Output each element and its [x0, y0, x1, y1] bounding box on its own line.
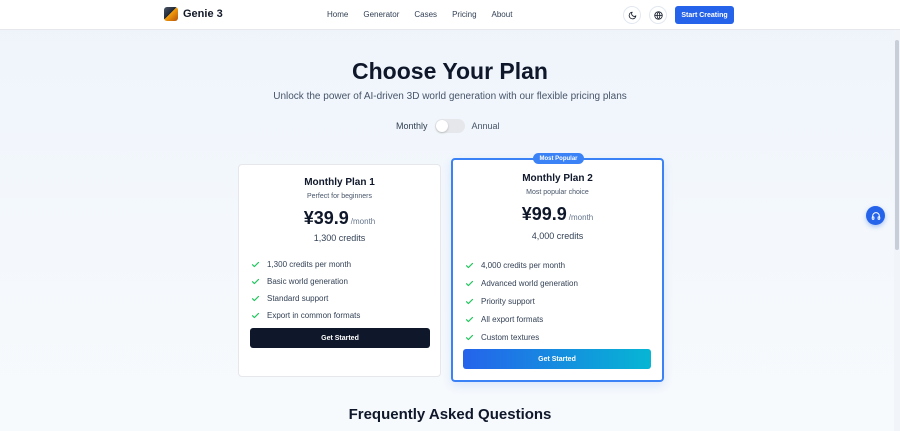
feature-text: Priority support: [481, 296, 535, 306]
annual-label[interactable]: Annual: [472, 121, 500, 131]
nav-link-pricing[interactable]: Pricing: [452, 10, 476, 19]
check-icon: [251, 278, 260, 285]
feature-text: All export formats: [481, 314, 544, 324]
plan-price: ¥99.9/month: [453, 204, 662, 225]
plan-price: ¥39.9/month: [239, 208, 440, 229]
feature-item: Export in common formats: [251, 307, 360, 324]
price-period: /month: [350, 217, 376, 226]
plan-credits: 1,300 credits: [313, 233, 366, 243]
start-creating-button[interactable]: Start Creating: [675, 6, 734, 24]
feature-item: Advanced world generation: [465, 274, 578, 292]
nav-link-about[interactable]: About: [492, 10, 513, 19]
monthly-label[interactable]: Monthly: [396, 121, 428, 131]
main-nav: Home Generator Cases Pricing About: [327, 10, 512, 19]
feature-list: 1,300 credits per month Basic world gene…: [251, 256, 360, 324]
feature-item: 1,300 credits per month: [251, 256, 360, 273]
pricing-card-plan-2: Most Popular Monthly Plan 2 Most popular…: [451, 153, 664, 382]
feature-text: Custom textures: [481, 332, 540, 342]
nav-link-generator[interactable]: Generator: [363, 10, 399, 19]
billing-switch[interactable]: [434, 119, 465, 133]
get-started-button-plan-2[interactable]: Get Started: [463, 349, 651, 369]
feature-item: All export formats: [465, 310, 578, 328]
check-icon: [465, 316, 474, 322]
moon-icon: [628, 11, 636, 19]
plan-tagline: Most popular choice: [526, 189, 589, 196]
feature-list: 4,000 credits per month Advanced world g…: [465, 256, 578, 346]
switch-knob: [435, 120, 448, 132]
feature-item: 4,000 credits per month: [465, 256, 578, 274]
check-icon: [465, 334, 474, 340]
price-period: /month: [568, 213, 594, 222]
game-logo-icon: [164, 7, 178, 21]
plan-tagline: Perfect for beginners: [307, 193, 372, 200]
theme-toggle-button[interactable]: [623, 6, 641, 24]
feature-text: Basic world generation: [267, 277, 348, 286]
feature-text: 4,000 credits per month: [481, 260, 566, 270]
nav-link-home[interactable]: Home: [327, 10, 348, 19]
feature-text: Standard support: [267, 294, 329, 303]
top-navigation-bar: Genie 3 Home Generator Cases Pricing Abo…: [0, 0, 900, 30]
check-icon: [251, 312, 260, 319]
pricing-card-plan-1: Monthly Plan 1 Perfect for beginners ¥39…: [238, 164, 441, 377]
check-icon: [251, 295, 260, 302]
nav-link-cases[interactable]: Cases: [414, 10, 437, 19]
feature-text: Export in common formats: [267, 311, 361, 320]
feature-item: Custom textures: [465, 328, 578, 346]
most-popular-badge: Most Popular: [533, 153, 584, 164]
price-amount: ¥39.9: [303, 208, 349, 228]
brand[interactable]: Genie 3: [164, 7, 223, 21]
plan-name: Monthly Plan 2: [522, 173, 593, 184]
plan-credits: 4,000 credits: [531, 231, 584, 241]
feature-text: Advanced world generation: [481, 278, 578, 288]
faq-heading: Frequently Asked Questions: [348, 406, 552, 423]
price-amount: ¥99.9: [521, 204, 567, 224]
globe-icon: [653, 10, 663, 20]
feature-item: Priority support: [465, 292, 578, 310]
feature-text: 1,300 credits per month: [267, 260, 352, 269]
brand-name: Genie 3: [183, 8, 223, 20]
feature-item: Standard support: [251, 290, 360, 307]
check-icon: [465, 280, 474, 286]
scrollbar-thumb[interactable]: [895, 40, 899, 250]
support-chat-button[interactable]: [866, 206, 885, 225]
language-button[interactable]: [649, 6, 667, 24]
feature-item: Basic world generation: [251, 273, 360, 290]
get-started-button-plan-1[interactable]: Get Started: [250, 328, 430, 348]
check-icon: [465, 262, 474, 268]
plan-name: Monthly Plan 1: [304, 177, 375, 188]
check-icon: [465, 298, 474, 304]
page-subtitle: Unlock the power of AI-driven 3D world g…: [273, 91, 627, 102]
check-icon: [251, 261, 260, 268]
billing-toggle: Monthly Annual: [396, 119, 500, 133]
page-title: Choose Your Plan: [352, 58, 548, 84]
page-scrollbar[interactable]: [894, 30, 900, 431]
headset-icon: [871, 211, 880, 220]
